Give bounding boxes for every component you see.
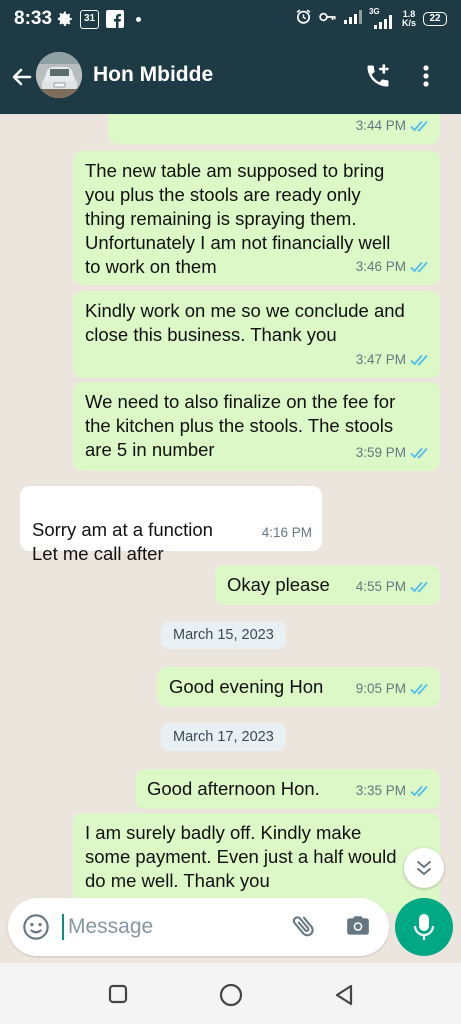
message-meta: 3:35 PM (356, 779, 430, 803)
message-meta: 3:44 PM (356, 114, 430, 138)
text-cursor (62, 914, 64, 940)
message-time: 3:59 PM (355, 445, 406, 460)
nav-home-icon[interactable] (219, 983, 243, 1012)
speed-unit: K/s (401, 18, 416, 28)
message-meta: 3:47 PM (356, 348, 430, 372)
facebook-icon (106, 10, 124, 33)
double-check-icon (410, 683, 428, 695)
date-separator: March 15, 2023 (161, 621, 286, 649)
contact-name[interactable]: Hon Mbidde (93, 63, 213, 87)
status-right-group: 3G 1.8 K/s 22 (295, 7, 447, 30)
signal-icon: 3G (369, 7, 395, 29)
message-time: 4:55 PM (355, 579, 406, 594)
attach-icon[interactable] (290, 912, 318, 945)
avatar[interactable] (36, 52, 82, 98)
mic-icon (413, 914, 435, 940)
camera-icon[interactable] (345, 913, 371, 944)
scroll-down-button[interactable] (404, 848, 444, 888)
double-check-icon (410, 120, 428, 132)
calendar-icon: 31 (80, 10, 99, 29)
more-vert-icon[interactable] (422, 64, 430, 93)
message-time: 9:05 PM (355, 681, 406, 696)
double-check-icon (410, 354, 428, 366)
message-meta: 3:46 PM (356, 255, 430, 279)
double-check-icon (410, 447, 428, 459)
key-icon (319, 10, 337, 28)
message-bubble-incoming[interactable]: Sorry am at a function Let me call after… (20, 486, 322, 564)
message-time: 4:16 PM (261, 525, 312, 540)
network-speed: 1.8 K/s (402, 10, 416, 28)
message-bubble-outgoing[interactable]: Kindly work on me so we conclude and clo… (73, 291, 440, 378)
chat-header: Hon Mbidde (0, 40, 461, 114)
message-bubble-outgoing[interactable]: Good evening Hon 9:05 PM (157, 667, 440, 707)
message-meta: 3:59 PM (356, 441, 430, 465)
settings-icon (56, 10, 74, 33)
message-time: 3:47 PM (355, 352, 406, 367)
message-bubble-outgoing[interactable]: We need to also finalize on the fee for … (73, 382, 440, 471)
back-arrow-icon[interactable] (10, 65, 34, 94)
message-list[interactable]: 3:44 PM The new table am supposed to bri… (0, 114, 461, 963)
double-check-icon (410, 785, 428, 797)
message-text: Kindly work on me so we conclude and clo… (85, 300, 405, 345)
message-meta: 4:16 PM (262, 521, 312, 545)
message-time: 3:44 PM (355, 118, 406, 133)
message-input[interactable]: Message (68, 915, 153, 939)
message-text: I am surely badly off. Kindly make some … (85, 822, 397, 891)
date-separator: March 17, 2023 (161, 723, 286, 751)
scroll-down-icon (417, 861, 431, 876)
signal-icon (343, 9, 362, 29)
add-call-icon[interactable] (364, 62, 392, 95)
double-check-icon (410, 581, 428, 593)
nav-back-icon[interactable] (333, 983, 355, 1012)
battery-indicator: 22 (423, 12, 447, 26)
message-meta: 4:55 PM (356, 575, 430, 599)
message-bubble-outgoing[interactable]: The new table am supposed to bring you p… (73, 151, 440, 285)
emoji-icon[interactable] (22, 913, 50, 946)
message-bubble-outgoing[interactable]: 3:44 PM (108, 114, 440, 144)
message-time: 3:46 PM (355, 259, 406, 274)
message-composer: Message (8, 898, 389, 956)
mic-button[interactable] (395, 898, 453, 956)
message-bubble-outgoing[interactable]: Good afternoon Hon. 3:35 PM (135, 769, 440, 809)
notification-dot (136, 17, 141, 22)
alarm-icon (295, 8, 312, 30)
message-time: 3:35 PM (355, 783, 406, 798)
double-check-icon (410, 261, 428, 273)
nav-recents-icon[interactable] (108, 984, 128, 1009)
message-meta: 9:05 PM (356, 677, 430, 701)
system-nav-bar (0, 963, 461, 1024)
message-bubble-outgoing[interactable]: Okay please 4:55 PM (215, 565, 440, 605)
status-bar: 8:33 31 3G 1.8 K/s 22 (0, 0, 461, 40)
status-time: 8:33 (14, 8, 53, 29)
